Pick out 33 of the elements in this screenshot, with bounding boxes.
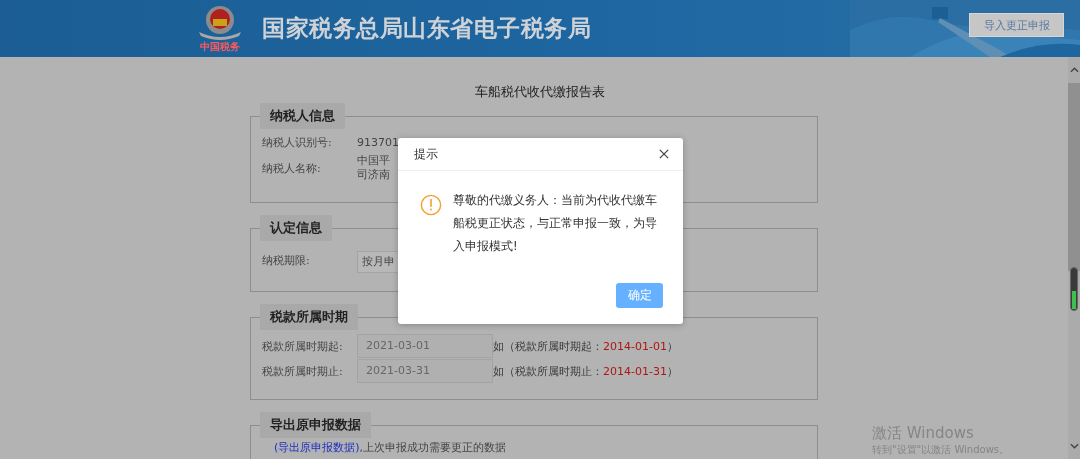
logo-caption: 中国税务	[200, 40, 240, 53]
field-label: 税款所属时期止:	[262, 363, 344, 379]
date-field[interactable]: 2021-03-31	[357, 359, 493, 383]
section-title: 导出原申报数据	[260, 412, 371, 438]
scrollbar[interactable]	[1068, 57, 1080, 459]
field-label: 纳税人名称:	[262, 160, 322, 176]
field-label: 纳税期限:	[262, 252, 311, 268]
field-label: 税款所属时期起:	[262, 338, 344, 354]
export-description: (导出原申报数据),上次申报成功需要更正的数据	[273, 440, 508, 455]
field-label: 纳税人识别号:	[262, 135, 333, 150]
example-hint: 如（税款所属时期止：2014-01-31）	[493, 363, 678, 379]
export-link[interactable]: (导出原申报数据)	[274, 441, 360, 454]
section-title: 纳税人信息	[260, 103, 345, 129]
field-value: 司济南	[357, 168, 390, 182]
warning-icon	[420, 194, 442, 216]
meter-icon	[1070, 267, 1078, 311]
date-field[interactable]: 2021-03-01	[357, 334, 493, 358]
close-icon[interactable]	[659, 149, 669, 159]
section-title: 认定信息	[260, 215, 332, 241]
scroll-up-icon[interactable]	[1069, 67, 1079, 73]
import-correction-button[interactable]: 导入更正申报	[969, 13, 1064, 37]
field-value: 913701	[357, 135, 399, 150]
section-title: 税款所属时期	[260, 304, 358, 330]
scroll-thumb[interactable]	[1068, 83, 1080, 271]
example-hint: 如（税款所属时期起：2014-01-01）	[493, 338, 678, 354]
form-title: 车船税代收代缴报告表	[474, 83, 606, 101]
field-value: 中国平	[357, 154, 390, 168]
dialog-title: 提示	[414, 145, 438, 163]
scroll-down-icon[interactable]	[1069, 443, 1079, 449]
site-title: 国家税务总局山东省电子税务局	[262, 14, 591, 43]
select-field[interactable]: 按月申	[357, 251, 399, 273]
confirm-button[interactable]: 确定	[616, 283, 663, 308]
dialog-message: 尊敬的代缴义务人：当前为代收代缴车船税更正状态，与正常申报一致，为导入申报模式!	[453, 192, 658, 255]
